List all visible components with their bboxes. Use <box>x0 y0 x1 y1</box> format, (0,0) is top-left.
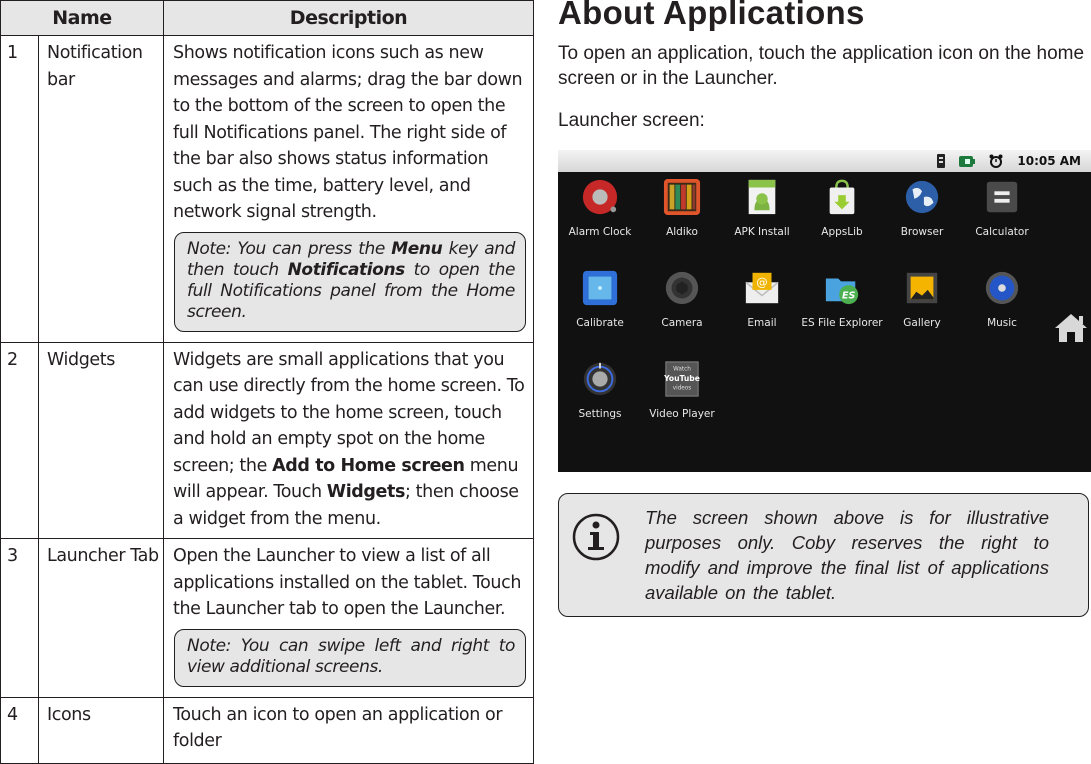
intro-paragraph: To open an application, touch the applic… <box>558 43 1085 89</box>
row-number: 1 <box>0 35 39 343</box>
description-text: Shows notification icons such as new mes… <box>173 43 523 222</box>
settings-icon <box>583 362 617 396</box>
launcher-caption: Launcher screen: <box>558 110 705 131</box>
camera-icon <box>665 271 699 305</box>
row-description: Shows notification icons such as new mes… <box>163 35 534 343</box>
row-name: Widgets <box>38 341 164 539</box>
table-row: 2 Widgets Widgets are small applications… <box>0 341 534 539</box>
app-browser[interactable]: Browser <box>880 177 964 238</box>
gallery-icon <box>906 272 938 304</box>
app-label: Calibrate <box>576 317 624 329</box>
note-box: Note: You can swipe left and right to vi… <box>174 628 526 687</box>
app-calibrate[interactable]: Calibrate <box>558 268 642 329</box>
app-label: Aldiko <box>666 226 698 238</box>
email-icon: @ <box>745 272 779 304</box>
app-label: Music <box>987 317 1017 329</box>
note-box: Note: You can press the Menu key and the… <box>174 231 526 332</box>
app-appslib[interactable]: AppsLib <box>800 177 884 238</box>
home-icon[interactable] <box>1053 312 1089 344</box>
status-time: 10:05 AM <box>1017 154 1081 168</box>
app-label: Gallery <box>903 317 941 329</box>
aldiko-icon <box>663 178 701 216</box>
apk-install-icon <box>748 179 776 215</box>
app-label: Video Player <box>649 408 715 420</box>
note-bold-notifications: Notifications <box>287 259 406 280</box>
app-label: Email <box>747 317 777 329</box>
info-note-text: The screen shown above is for illustrati… <box>645 507 1049 603</box>
info-note-box: The screen shown above is for illustrati… <box>558 493 1089 617</box>
app-video-player[interactable]: Watch YouTube videos Video Player <box>640 359 724 420</box>
status-bar: 10:05 AM <box>558 150 1091 172</box>
battery-icon <box>959 155 976 167</box>
features-table: Name Description 1 Notification bar Show… <box>0 0 534 764</box>
alarm-clock-icon <box>582 179 618 215</box>
browser-icon <box>905 180 939 214</box>
app-label: Alarm Clock <box>568 226 632 238</box>
row-number: 3 <box>0 538 39 698</box>
app-music[interactable]: Music <box>960 268 1044 329</box>
app-es-file-explorer[interactable]: ES ES File Explorer <box>800 268 884 329</box>
row-number: 4 <box>0 696 39 764</box>
description-bold: Add to Home screen <box>272 455 465 476</box>
calculator-icon <box>986 181 1018 213</box>
row-name: Notification bar <box>38 35 164 343</box>
app-label: ES File Explorer <box>801 317 883 329</box>
description-bold: Widgets <box>326 482 406 502</box>
row-number: 2 <box>0 341 39 539</box>
svg-text:ES: ES <box>842 290 855 301</box>
app-apk-install[interactable]: APK Install <box>720 177 804 238</box>
header-description: Description <box>163 0 534 36</box>
signal-icon <box>937 154 946 168</box>
calibrate-icon <box>582 270 618 306</box>
app-aldiko[interactable]: Aldiko <box>640 177 724 238</box>
app-alarm-clock[interactable]: Alarm Clock <box>558 177 642 238</box>
row-name: Icons <box>38 696 164 764</box>
description-text: Open the Launcher to view a list of all … <box>173 546 522 619</box>
table-row: 1 Notification bar Shows notification ic… <box>0 35 534 343</box>
note-text: Note: You can press the <box>187 238 392 259</box>
app-settings[interactable]: Settings <box>558 359 642 420</box>
app-calculator[interactable]: Calculator <box>960 177 1044 238</box>
note-bold-menu: Menu <box>391 238 443 259</box>
app-label: Calculator <box>975 226 1029 238</box>
info-icon <box>572 513 620 561</box>
svg-text:Watch: Watch <box>673 366 691 372</box>
row-description: Open the Launcher to view a list of all … <box>163 538 534 698</box>
app-label: AppsLib <box>821 226 863 238</box>
table-header-row: Name Description <box>0 0 534 36</box>
app-label: APK Install <box>734 226 790 238</box>
row-description: Widgets are small applications that you … <box>163 341 534 539</box>
appslib-icon <box>829 179 855 215</box>
section-title: About Applications <box>558 0 865 31</box>
app-camera[interactable]: Camera <box>640 268 724 329</box>
launcher-screenshot: 10:05 AM Alarm Clock Aldiko APK Install … <box>558 150 1091 472</box>
table-row: 3 Launcher Tab Open the Launcher to view… <box>0 538 534 698</box>
video-player-icon: Watch YouTube videos <box>663 361 700 397</box>
alarm-icon <box>989 154 1003 168</box>
app-gallery[interactable]: Gallery <box>880 268 964 329</box>
app-label: Settings <box>578 408 622 420</box>
music-icon <box>985 271 1019 305</box>
header-name: Name <box>0 0 164 36</box>
app-label: Browser <box>900 226 944 238</box>
app-email[interactable]: @ Email <box>720 268 804 329</box>
svg-text:@: @ <box>756 275 767 289</box>
svg-text:YouTube: YouTube <box>663 374 700 383</box>
row-name: Launcher Tab <box>38 538 164 698</box>
table-row: 4 Icons Touch an icon to open an applica… <box>0 696 534 764</box>
svg-text:videos: videos <box>673 385 692 391</box>
row-description: Touch an icon to open an application or … <box>163 696 534 764</box>
app-label: Camera <box>661 317 703 329</box>
es-file-explorer-icon: ES <box>825 278 859 305</box>
